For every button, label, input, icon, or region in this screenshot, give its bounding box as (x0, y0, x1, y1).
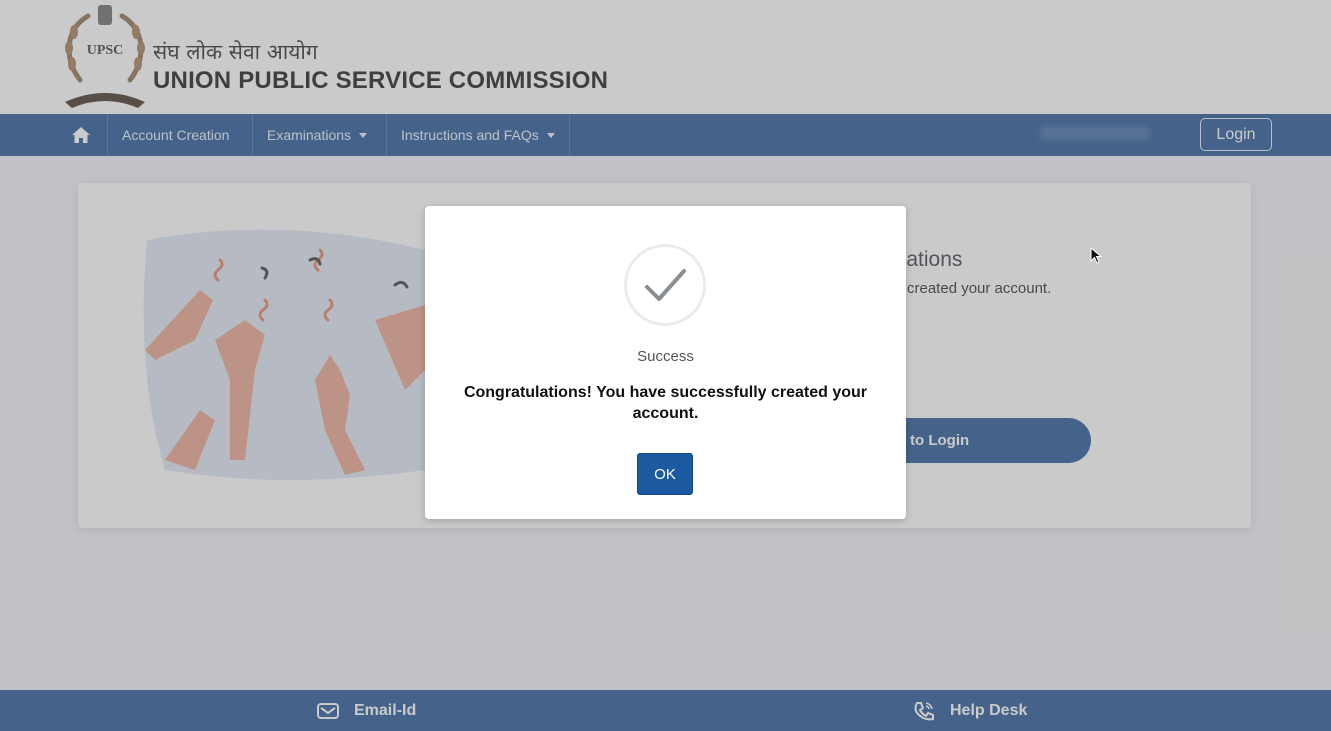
success-icon-ring (624, 244, 706, 326)
checkmark-icon (645, 269, 686, 301)
success-dialog: Success Congratulations! You have succes… (425, 206, 906, 519)
dialog-title: Success (637, 348, 694, 365)
ok-button[interactable]: OK (637, 453, 693, 495)
dialog-message: Congratulations! You have successfully c… (463, 384, 868, 422)
mouse-cursor-icon (1090, 246, 1103, 270)
